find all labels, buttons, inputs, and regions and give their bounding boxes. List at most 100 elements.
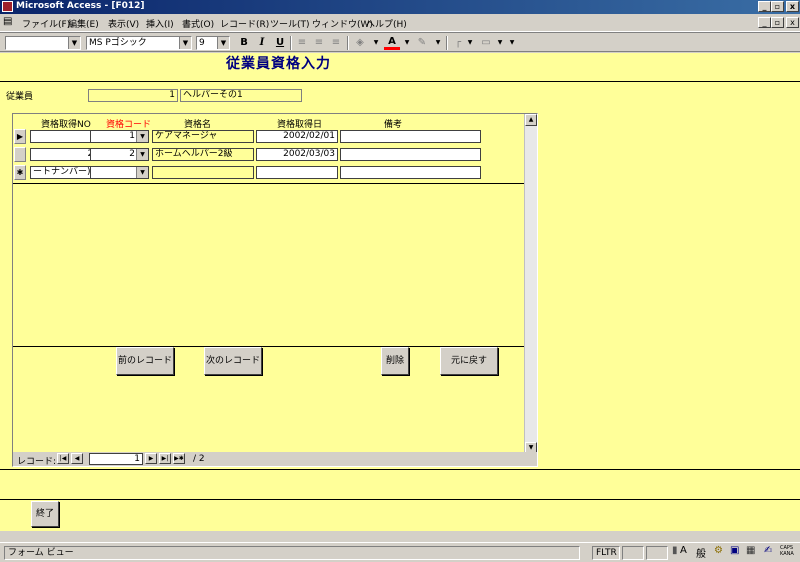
ime-pad-icon[interactable]: ▦ [746, 545, 755, 556]
caps-kana-indicator-icon: CAPS KANA [780, 545, 794, 557]
underline-button[interactable]: U [272, 36, 288, 50]
font-combo[interactable]: MS Pゴシック ▼ [86, 36, 192, 50]
menu-file[interactable]: ファイル(F) [22, 17, 70, 30]
qualification-subform: 資格取得NO 資格コード 資格名 資格取得日 備考 ▶ 1 1 ▼ ケアマネージ… [12, 113, 538, 467]
chevron-down-icon[interactable]: ▼ [136, 149, 148, 160]
menu-record[interactable]: レコード(R) [220, 17, 269, 30]
record-selector[interactable] [14, 147, 26, 162]
chevron-down-icon[interactable]: ▼ [217, 37, 229, 49]
cell-date[interactable]: 2002/02/01 [256, 130, 338, 143]
chevron-down-icon[interactable]: ▼ [430, 36, 446, 50]
menu-format[interactable]: 書式(O) [182, 17, 214, 30]
font-size-combo[interactable]: 9 ▼ [196, 36, 230, 50]
header-date: 資格取得日 [277, 120, 323, 130]
menu-help[interactable]: ヘルプ(H) [366, 17, 407, 30]
next-record-button[interactable]: 次のレコード [204, 347, 262, 375]
italic-button[interactable]: I [254, 36, 270, 50]
access-app-icon[interactable] [2, 1, 13, 12]
toolbar-separator [290, 36, 292, 50]
nav-label: レコード: [17, 457, 57, 467]
fill-color-icon[interactable]: ◈ [352, 36, 368, 50]
delete-button[interactable]: 削除 [381, 347, 409, 375]
cell-name [152, 166, 254, 179]
status-mode: フォーム ビュー [4, 546, 580, 560]
cell-code-value: 2 [129, 149, 135, 159]
align-left-icon[interactable]: ≡ [294, 36, 310, 50]
cell-code[interactable]: 1 ▼ [90, 130, 149, 143]
record-number-input[interactable]: 1 [89, 453, 143, 465]
ime-help-icon[interactable]: ✍ [764, 545, 772, 556]
doc-close-button[interactable]: x [786, 17, 799, 28]
chevron-down-icon[interactable]: ▼ [136, 131, 148, 142]
font-color-icon[interactable]: A [384, 36, 400, 50]
menu-view[interactable]: 表示(V) [108, 17, 139, 30]
last-record-icon[interactable]: ▶| [159, 453, 171, 464]
header-name: 資格名 [184, 120, 212, 130]
restore-button[interactable]: ▫ [771, 1, 784, 12]
status-panel [622, 546, 644, 560]
employee-name-field[interactable]: ヘルパーその1 [180, 89, 302, 102]
chevron-down-icon[interactable]: ▼ [399, 36, 415, 50]
ime-tool-icon[interactable]: ⚙ [714, 545, 723, 556]
chevron-down-icon[interactable]: ▼ [179, 37, 191, 49]
divider [0, 81, 800, 82]
ime-bar-icon[interactable]: ▮ [672, 545, 678, 556]
header-note: 備考 [384, 120, 403, 130]
cell-note[interactable] [340, 148, 481, 161]
doc-restore-button[interactable]: ▫ [771, 17, 784, 28]
employee-id-field[interactable]: 1 [88, 89, 178, 102]
toolbar-options-icon[interactable]: ▼ [504, 36, 520, 50]
object-combo[interactable]: ▼ [5, 36, 81, 50]
formatting-toolbar: ▼ MS Pゴシック ▼ 9 ▼ B I U ≡ ≡ ≡ ◈ ▼ A ▼ ✎ ▼… [0, 32, 800, 52]
ime-conversion-mode[interactable]: 般 [696, 545, 706, 560]
cell-name: ケアマネージャ [152, 130, 254, 143]
font-combo-value: MS Pゴシック [89, 38, 147, 48]
ime-dictionary-icon[interactable]: ▣ [730, 545, 739, 556]
first-record-icon[interactable]: |◀ [57, 453, 69, 464]
chevron-down-icon[interactable]: ▼ [462, 36, 478, 50]
status-bar: フォーム ビュー FLTR ▮ A 般 ⚙ ▣ ▦ ✍ CAPS KANA [0, 542, 800, 562]
cell-date[interactable]: 2002/03/03 [256, 148, 338, 161]
line-color-icon[interactable]: ✎ [414, 36, 430, 50]
chevron-down-icon[interactable]: ▼ [68, 37, 80, 49]
new-record-selector[interactable]: ✱ [14, 165, 26, 180]
align-right-icon[interactable]: ≡ [328, 36, 344, 50]
next-record-icon[interactable]: ▶ [145, 453, 157, 464]
cell-name: ホームヘルパー2級 [152, 148, 254, 161]
close-form-button[interactable]: 終了 [31, 501, 59, 527]
chevron-down-icon[interactable]: ▼ [368, 36, 384, 50]
form-body: 従業員資格入力 従業員 1 ヘルパーその1 資格取得NO 資格コード 資格名 資… [0, 53, 800, 531]
record-total: / 2 [193, 454, 205, 464]
bold-button[interactable]: B [236, 36, 252, 50]
vertical-scrollbar[interactable]: ▲ ▼ [524, 114, 537, 454]
cell-note[interactable] [340, 166, 481, 179]
ime-input-mode-icon[interactable]: A [680, 545, 687, 556]
new-record-icon[interactable]: ▶✱ [173, 453, 185, 464]
menu-window[interactable]: ウィンドウ(W) [312, 17, 373, 30]
align-center-icon[interactable]: ≡ [311, 36, 327, 50]
window-title: Microsoft Access - [F012] [16, 1, 145, 11]
menu-bar: ▤ ファイル(F) 編集(E) 表示(V) 挿入(I) 書式(O) レコード(R… [0, 14, 800, 32]
close-window-button[interactable]: x [786, 1, 799, 12]
form-title: 従業員資格入力 [226, 56, 331, 72]
cell-note[interactable] [340, 130, 481, 143]
title-bar: Microsoft Access - [F012] _ ▫ x [0, 0, 800, 14]
cell-code[interactable]: ▼ [90, 166, 149, 179]
prev-record-icon[interactable]: ◀ [71, 453, 83, 464]
menu-tools[interactable]: ツール(T) [270, 17, 310, 30]
undo-button[interactable]: 元に戻す [440, 347, 498, 375]
doc-minimize-button[interactable]: _ [758, 17, 771, 28]
minimize-button[interactable]: _ [758, 1, 771, 12]
chevron-down-icon[interactable]: ▼ [136, 167, 148, 178]
scroll-up-icon[interactable]: ▲ [525, 114, 537, 126]
menu-insert[interactable]: 挿入(I) [146, 17, 174, 30]
record-selector-current[interactable]: ▶ [14, 129, 26, 144]
cell-date[interactable] [256, 166, 338, 179]
header-no: 資格取得NO [41, 120, 91, 130]
prev-record-button[interactable]: 前のレコード [116, 347, 174, 375]
cell-code-value: 1 [129, 131, 135, 141]
divider [0, 499, 800, 500]
document-control-icon[interactable]: ▤ [3, 16, 12, 27]
cell-code[interactable]: 2 ▼ [90, 148, 149, 161]
menu-edit[interactable]: 編集(E) [68, 17, 99, 30]
